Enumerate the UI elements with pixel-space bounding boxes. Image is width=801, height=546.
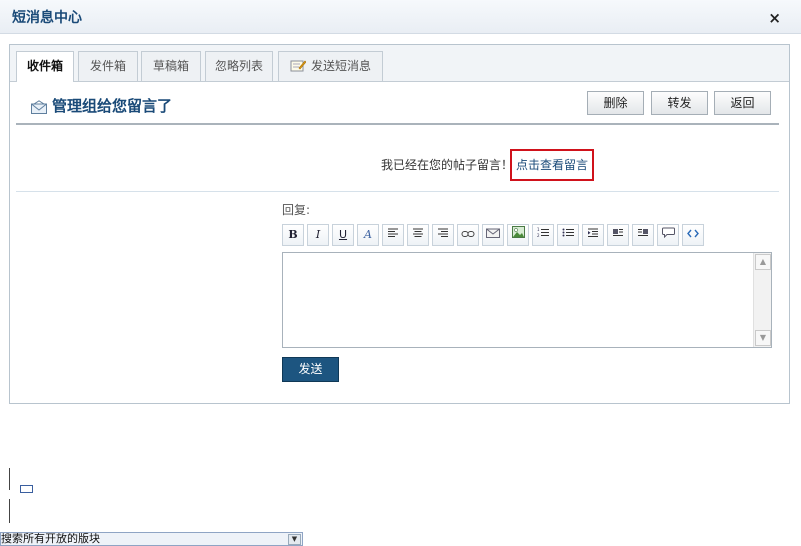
dialog-title: 短消息中心 bbox=[12, 10, 82, 26]
delete-button[interactable]: 删除 bbox=[587, 91, 644, 115]
tab-send-message[interactable]: 发送短消息 bbox=[278, 51, 383, 81]
align-center-icon[interactable] bbox=[407, 224, 429, 246]
font-color-button[interactable]: A bbox=[357, 224, 379, 246]
message-body-text: 我已经在您的帖子留言！ bbox=[381, 158, 514, 172]
float-right-icon[interactable] bbox=[632, 224, 654, 246]
message-header: 管理组给您留言了 删除 转发 返回 bbox=[16, 89, 779, 125]
reply-label: 回复: bbox=[282, 203, 311, 217]
tab-send-message-label: 发送短消息 bbox=[310, 59, 371, 73]
background-divider-lower bbox=[9, 499, 10, 523]
italic-button[interactable]: I bbox=[307, 224, 329, 246]
message-panel: 收件箱 发件箱 草稿箱 忽略列表 发送短消息 管理组给您留言了 删除 转发 返回… bbox=[9, 44, 790, 404]
link-icon[interactable] bbox=[457, 224, 479, 246]
tab-inbox-label: 收件箱 bbox=[26, 59, 63, 73]
tab-ignore-list[interactable]: 忽略列表 bbox=[205, 51, 273, 81]
bullet-list-icon[interactable] bbox=[557, 224, 579, 246]
align-right-icon[interactable] bbox=[432, 224, 454, 246]
tab-strip: 收件箱 发件箱 草稿箱 忽略列表 发送短消息 bbox=[10, 45, 789, 82]
send-button[interactable]: 发送 bbox=[282, 357, 339, 382]
quote-icon[interactable] bbox=[657, 224, 679, 246]
tab-outbox[interactable]: 发件箱 bbox=[78, 51, 138, 81]
underline-button[interactable]: U bbox=[332, 224, 354, 246]
background-divider bbox=[9, 468, 10, 490]
editor-scrollbar[interactable]: ▲ ▼ bbox=[753, 253, 771, 347]
forward-button[interactable]: 转发 bbox=[651, 91, 708, 115]
chevron-down-icon: ▼ bbox=[288, 534, 301, 545]
envelope-icon bbox=[31, 100, 47, 114]
scroll-up-icon[interactable]: ▲ bbox=[755, 254, 771, 270]
message-body: 我已经在您的帖子留言！ 点击查看留言 bbox=[16, 125, 779, 192]
image-icon[interactable] bbox=[507, 224, 529, 246]
indent-icon[interactable] bbox=[582, 224, 604, 246]
numbered-list-icon[interactable]: 12 bbox=[532, 224, 554, 246]
tab-outbox-label: 发件箱 bbox=[89, 59, 126, 73]
background-checkbox bbox=[20, 485, 33, 493]
tab-drafts[interactable]: 草稿箱 bbox=[141, 51, 201, 81]
close-icon[interactable]: × bbox=[768, 9, 781, 27]
email-icon[interactable] bbox=[482, 224, 504, 246]
svg-text:2: 2 bbox=[537, 233, 540, 238]
reply-editor: ▲ ▼ bbox=[282, 252, 772, 348]
view-message-link[interactable]: 点击查看留言 bbox=[510, 149, 595, 181]
tab-ignore-list-label: 忽略列表 bbox=[214, 59, 263, 73]
background-forum-select: 搜索所有开放的版块 ▼ bbox=[0, 532, 303, 546]
align-left-icon[interactable] bbox=[382, 224, 404, 246]
float-left-icon[interactable] bbox=[607, 224, 629, 246]
back-button[interactable]: 返回 bbox=[714, 91, 771, 115]
tab-inbox[interactable]: 收件箱 bbox=[16, 51, 74, 82]
message-subject: 管理组给您留言了 bbox=[52, 97, 173, 115]
reply-textarea[interactable] bbox=[283, 253, 759, 347]
compose-icon bbox=[290, 54, 307, 72]
bold-button[interactable]: B bbox=[282, 224, 304, 246]
svg-text:1: 1 bbox=[537, 227, 540, 232]
background-forum-select-text: 搜索所有开放的版块 bbox=[1, 532, 100, 545]
scroll-down-icon[interactable]: ▼ bbox=[755, 330, 771, 346]
tab-drafts-label: 草稿箱 bbox=[152, 59, 189, 73]
dialog-titlebar: 短消息中心 × bbox=[0, 0, 801, 34]
code-icon[interactable] bbox=[682, 224, 704, 246]
